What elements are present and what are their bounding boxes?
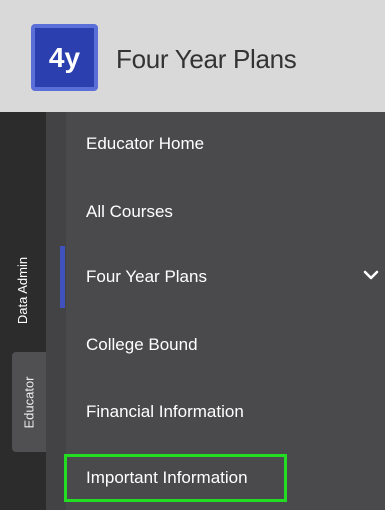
menu-item-educator-home[interactable]: Educator Home — [86, 134, 204, 154]
menu-item-four-year-plans[interactable]: Four Year Plans — [86, 267, 207, 287]
tab-data-admin[interactable]: Data Admin — [0, 240, 46, 340]
active-item-indicator — [60, 246, 65, 308]
app-title: Four Year Plans — [116, 44, 297, 74]
menu-edge-strip — [46, 112, 66, 510]
tab-data-admin-label: Data Admin — [15, 256, 31, 324]
app-logo[interactable]: 4y — [31, 24, 98, 91]
tab-educator-label: Educator — [21, 375, 37, 429]
highlight-box — [64, 454, 287, 502]
menu-item-all-courses[interactable]: All Courses — [86, 202, 173, 222]
chevron-down-icon[interactable] — [362, 268, 380, 282]
menu-item-financial-information[interactable]: Financial Information — [86, 402, 244, 422]
role-tab-rail: Data Admin Educator — [0, 112, 46, 510]
app-header: 4y Four Year Plans — [0, 0, 385, 112]
menu-item-college-bound[interactable]: College Bound — [86, 335, 198, 355]
tab-educator[interactable]: Educator — [12, 352, 46, 452]
